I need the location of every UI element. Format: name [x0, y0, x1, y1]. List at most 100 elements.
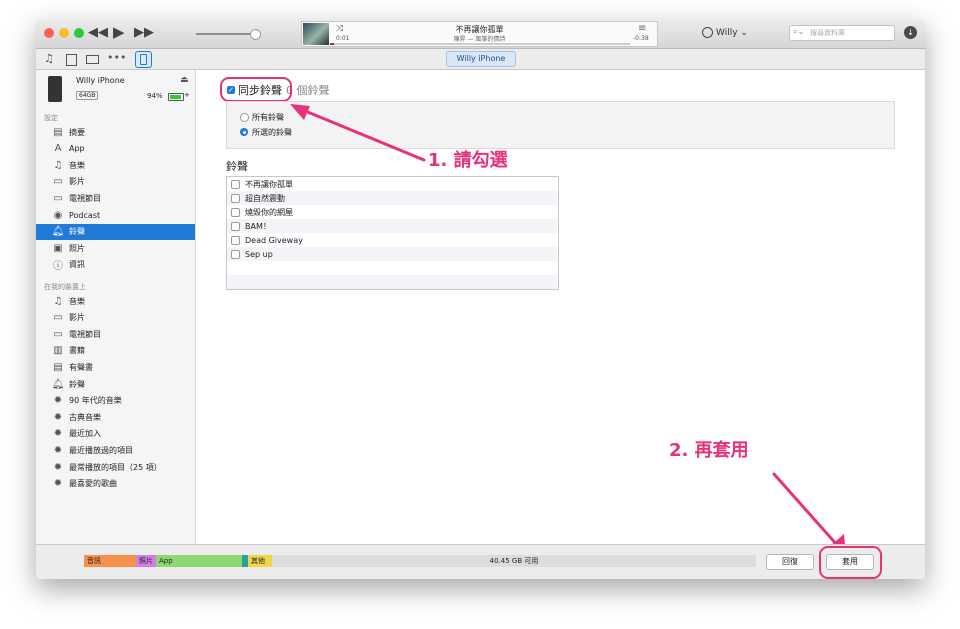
account-label: Willy ⌄ [716, 27, 748, 38]
sidebar-settings-item-label: 鈴聲 [69, 227, 85, 237]
search-placeholder: 搜尋資料庫 [810, 29, 845, 37]
account-menu[interactable]: Willy ⌄ [702, 27, 748, 38]
battery-fill [170, 95, 181, 99]
volume-knob[interactable] [250, 29, 261, 40]
podcast-icon: ◉ [53, 209, 63, 221]
sidebar-device-item[interactable]: 🔔︎ 鈴聲 [36, 376, 195, 392]
sidebar-settings-item[interactable]: ▤ 摘要 [36, 124, 195, 140]
device-icon-button[interactable] [135, 51, 152, 68]
sidebar-device-item[interactable]: ▭ 電視節目 [36, 326, 195, 342]
sidebar-device-item-label: 最常播放的項目（25 項） [69, 462, 162, 472]
camera-icon: ▣ [53, 242, 63, 254]
ringtone-row[interactable]: BAM！ [227, 219, 557, 233]
capacity-bar: 音訊 照片 App 其他 40.45 GB 可用 [84, 545, 756, 579]
ringtone-label: 不再讓你孤單 [245, 179, 293, 189]
ringtone-row[interactable] [227, 275, 557, 289]
up-next-icon[interactable]: ≡ [638, 23, 646, 34]
sidebar-device-item-label: 最近播放過的項目 [69, 445, 133, 455]
info-icon: ⓘ [53, 261, 63, 273]
radio-selected[interactable] [240, 128, 248, 136]
ringtone-checkbox[interactable] [231, 179, 240, 189]
music-icon: ♫ [53, 295, 63, 307]
progress-bar[interactable] [330, 43, 630, 45]
sidebar-device-item-label: 影片 [69, 313, 85, 323]
app-icon: A [54, 143, 62, 155]
sidebar-device-item[interactable]: ♫ 音樂 [36, 293, 195, 309]
zoom-button[interactable] [74, 28, 84, 38]
sidebar-device-item[interactable]: ✹ 古典音樂 [36, 409, 195, 425]
sidebar-settings-item-label: 摘要 [69, 127, 85, 137]
sidebar-settings-item[interactable]: ♫ 音樂 [36, 157, 195, 173]
ringtone-checkbox[interactable] [231, 221, 240, 231]
capacity-footer: 音訊 照片 App 其他 40.45 GB 可用 回復 套用 [36, 544, 925, 579]
sidebar-settings-item[interactable]: ⓘ 資訊 [36, 257, 195, 273]
eject-icon[interactable]: ⏏ [180, 75, 189, 85]
sidebar-settings-item[interactable]: ▭ 影片 [36, 174, 195, 190]
sidebar-settings-item[interactable]: A App [36, 141, 195, 157]
gear-icon: ✹ [53, 395, 63, 407]
sidebar-device-item-label: 音樂 [69, 296, 85, 306]
close-button[interactable] [44, 28, 54, 38]
ringtone-row[interactable]: Dead Giveway [227, 233, 557, 247]
more-icon[interactable]: ••• [107, 51, 126, 64]
ringtone-row[interactable]: Sep up [227, 247, 557, 261]
iphone-icon [140, 54, 147, 65]
device-capacity: 64GB [76, 91, 99, 100]
ringtone-checkbox[interactable] [231, 249, 240, 259]
sidebar-device-item-label: 90 年代的音樂 [69, 396, 122, 406]
sidebar-settings-item[interactable]: ▭ 電視節目 [36, 190, 195, 206]
sidebar-device-item-label: 最喜愛的歌曲 [69, 479, 117, 489]
capacity-segment-other: 其他 [248, 555, 272, 567]
sidebar-device-item[interactable]: ✹ 90 年代的音樂 [36, 393, 195, 409]
ringtone-list-title: 鈴聲 [226, 160, 248, 173]
sidebar-device-item[interactable]: ✹ 最近播放過的項目 [36, 442, 195, 458]
sidebar-settings-item-label: 資訊 [69, 260, 85, 270]
sidebar-device-item[interactable]: ▥ 書籍 [36, 343, 195, 359]
downloads-icon[interactable]: ↓ [904, 26, 917, 39]
film-icon: ▭ [53, 312, 63, 324]
minimize-button[interactable] [59, 28, 69, 38]
music-icon: ♫ [53, 159, 63, 171]
film-icon[interactable] [66, 54, 77, 66]
capacity-segment-photos: 照片 [136, 555, 156, 567]
battery-icon [168, 93, 184, 101]
song-artist: 陳昇 — 風箏的情詩 [453, 36, 506, 43]
revert-button[interactable]: 回復 [766, 554, 814, 570]
ringtone-checkbox[interactable] [231, 193, 240, 203]
ringtone-checkbox[interactable] [231, 207, 240, 217]
ringtone-row[interactable] [227, 261, 557, 275]
gear-icon: ✹ [53, 411, 63, 423]
time-remaining: -0:38 [633, 35, 649, 42]
volume-slider[interactable] [196, 29, 261, 40]
ringtone-list: 不再讓你孤單超自然震動燒毀你的網屋 BAM！ Dead Giveway Sep up [226, 176, 559, 290]
ringtone-label: 燒毀你的網屋 [245, 207, 293, 217]
sidebar-device-item[interactable]: ✹ 最常播放的項目（25 項） [36, 459, 195, 475]
play-icon[interactable]: ▶ [113, 23, 125, 41]
sidebar-device-item-label: 古典音樂 [69, 412, 101, 422]
sidebar-device-item[interactable]: ✹ 最喜愛的歌曲 [36, 476, 195, 492]
tv-icon[interactable] [86, 55, 99, 64]
ringtone-row[interactable]: 不再讓你孤單 [227, 177, 557, 191]
sidebar-settings-item[interactable]: 🔔︎ 鈴聲 [36, 223, 195, 240]
ringtone-checkbox[interactable] [231, 235, 240, 245]
apply-highlight-ring [819, 546, 882, 579]
sidebar-device-item[interactable]: ✹ 最近加入 [36, 426, 195, 442]
ringtone-row[interactable]: 燒毀你的網屋 [227, 205, 557, 219]
tv-icon: ▭ [53, 192, 63, 204]
ringtone-row[interactable]: 超自然震動 [227, 191, 557, 205]
radio-all[interactable] [240, 113, 249, 122]
bell-icon: 🔔︎ [51, 378, 65, 390]
device-tab[interactable]: Willy iPhone [446, 51, 516, 67]
search-box[interactable]: ⌕⌄ 搜尋資料庫 [789, 25, 895, 41]
sidebar-settings-item-label: Podcast [69, 210, 101, 220]
book-icon: ▥ [53, 345, 63, 357]
rewind-icon[interactable]: ◀◀ [88, 25, 108, 40]
battery-percent: 94% [147, 92, 163, 100]
sidebar-settings-item[interactable]: ▣ 照片 [36, 240, 195, 256]
music-icon[interactable]: ♫ [44, 52, 54, 65]
sidebar-settings-item[interactable]: ◉ Podcast [36, 207, 195, 223]
sidebar-device-item[interactable]: ▭ 影片 [36, 310, 195, 326]
fast-forward-icon[interactable]: ▶▶ [134, 25, 154, 40]
sidebar-device-item[interactable]: ▤ 有聲書 [36, 359, 195, 375]
settings-header: 設定 [44, 114, 58, 122]
